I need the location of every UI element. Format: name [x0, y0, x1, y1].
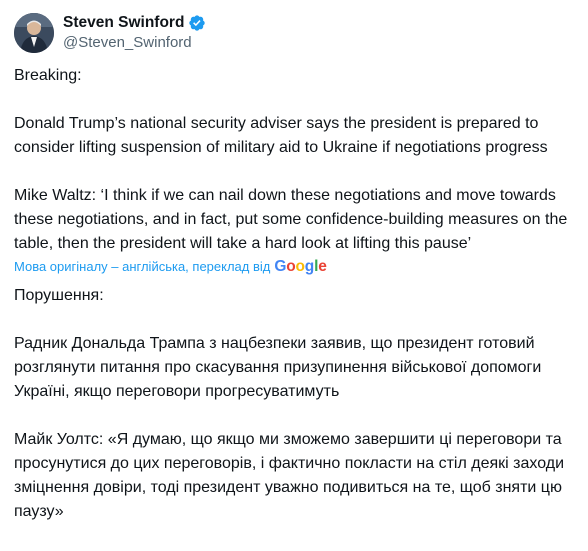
translation-notice[interactable]: Мова оригіналу – англійська, переклад ві… [14, 256, 574, 278]
google-logo: Google [274, 258, 327, 275]
tweet: Steven Swinford @Steven_Swinford Breakin… [0, 0, 588, 551]
tweet-header: Steven Swinford @Steven_Swinford [14, 11, 206, 55]
tweet-body: Breaking: Donald Trump’s national securi… [14, 64, 574, 524]
avatar[interactable] [14, 13, 54, 53]
translated-paragraph-2: Радник Дональда Трампа з нацбезпеки заяв… [14, 335, 546, 400]
translated-paragraph-1: Порушення: [14, 287, 104, 304]
original-paragraph-2: Donald Trump’s national security adviser… [14, 115, 548, 156]
translation-notice-text[interactable]: Мова оригіналу – англійська, переклад ві… [14, 255, 270, 279]
author-name[interactable]: Steven Swinford [63, 13, 184, 33]
author-names: Steven Swinford @Steven_Swinford [63, 13, 206, 53]
verified-badge-icon [188, 14, 206, 32]
original-paragraph-3: Mike Waltz: ‘I think if we can nail down… [14, 187, 572, 252]
author-handle[interactable]: @Steven_Swinford [63, 33, 206, 53]
translated-paragraph-3: Майк Уолтс: «Я думаю, що якщо ми зможемо… [14, 431, 569, 520]
original-paragraph-1: Breaking: [14, 67, 82, 84]
